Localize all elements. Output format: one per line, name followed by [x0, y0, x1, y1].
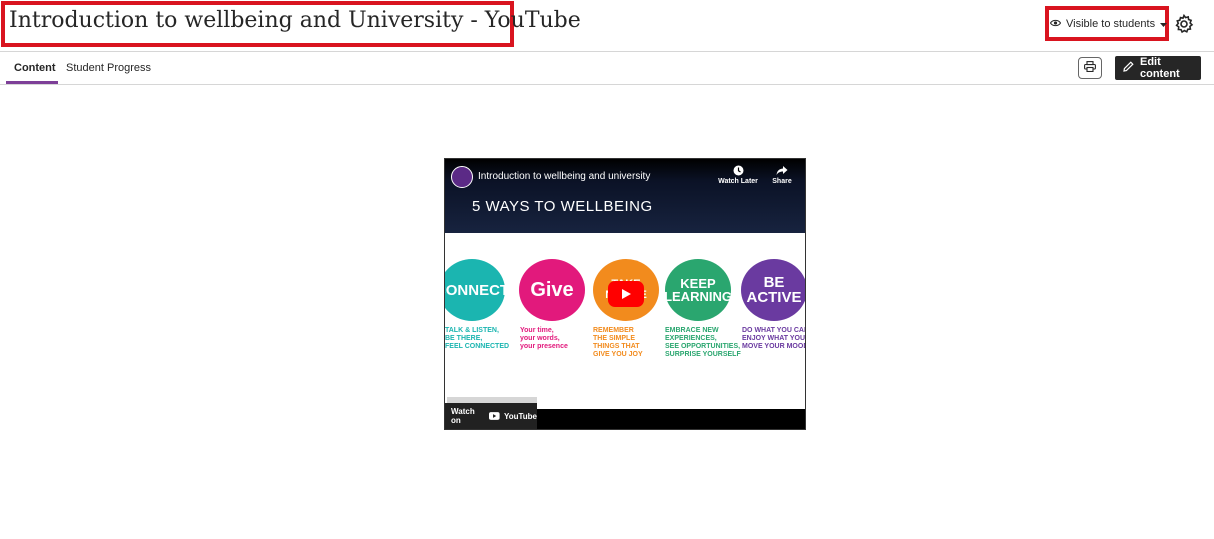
watch-later-button[interactable]: Watch Later — [718, 165, 758, 185]
tabs-divider — [0, 84, 1214, 85]
eye-icon — [1049, 18, 1062, 30]
youtube-video-embed[interactable]: Introduction to wellbeing and university… — [444, 158, 806, 430]
play-icon — [622, 289, 631, 299]
watch-on-label: Watch on — [451, 407, 475, 425]
connect-bubble: CONNECT — [445, 259, 509, 321]
be-active-caption: DO WHAT YOU CAN, ENJOY WHAT YOU DO, MOVE… — [742, 327, 806, 351]
clock-icon — [733, 165, 743, 176]
take-notice-caption: REMEMBER THE SIMPLE THINGS THAT GIVE YOU… — [593, 327, 643, 359]
watch-on-youtube-button[interactable]: Watch on YouTube — [445, 403, 537, 429]
keep-learning-caption: EMBRACE NEW EXPERIENCES, SEE OPPORTUNITI… — [665, 327, 741, 359]
visibility-label: Visible to students — [1066, 18, 1156, 30]
tab-content[interactable]: Content — [14, 62, 56, 74]
channel-avatar[interactable] — [451, 166, 473, 188]
pencil-icon — [1123, 61, 1134, 75]
gear-icon[interactable] — [1174, 13, 1194, 34]
play-button[interactable] — [608, 281, 644, 307]
video-title[interactable]: Introduction to wellbeing and university — [478, 171, 650, 182]
print-button[interactable] — [1078, 57, 1102, 79]
tab-student-progress[interactable]: Student Progress — [66, 62, 151, 74]
edit-content-button[interactable]: Edit content — [1115, 56, 1201, 80]
share-button[interactable]: Share — [762, 165, 802, 185]
header-divider — [0, 51, 1214, 52]
share-label: Share — [772, 178, 792, 185]
connect-caption: TALK & LISTEN, BE THERE, FEEL CONNECTED — [445, 327, 510, 351]
give-bubble: Give — [519, 259, 585, 321]
page-title: Introduction to wellbeing and University… — [9, 8, 581, 33]
watch-later-label: Watch Later — [718, 178, 758, 185]
slide-title: 5 WAYS TO WELLBEING — [472, 198, 653, 215]
youtube-logo-icon — [489, 412, 500, 420]
be-active-bubble: BE ACTIVE — [741, 259, 805, 321]
caret-down-icon — [1160, 18, 1168, 30]
print-icon — [1084, 59, 1096, 77]
give-caption: Your time, your words, your presence — [520, 327, 568, 351]
youtube-label: YouTube — [503, 411, 537, 421]
visibility-dropdown[interactable]: Visible to students — [1049, 15, 1168, 33]
share-icon — [776, 166, 788, 175]
keep-learning-bubble: KEEP LEARNING — [664, 259, 732, 321]
edit-content-label: Edit content — [1140, 56, 1180, 80]
